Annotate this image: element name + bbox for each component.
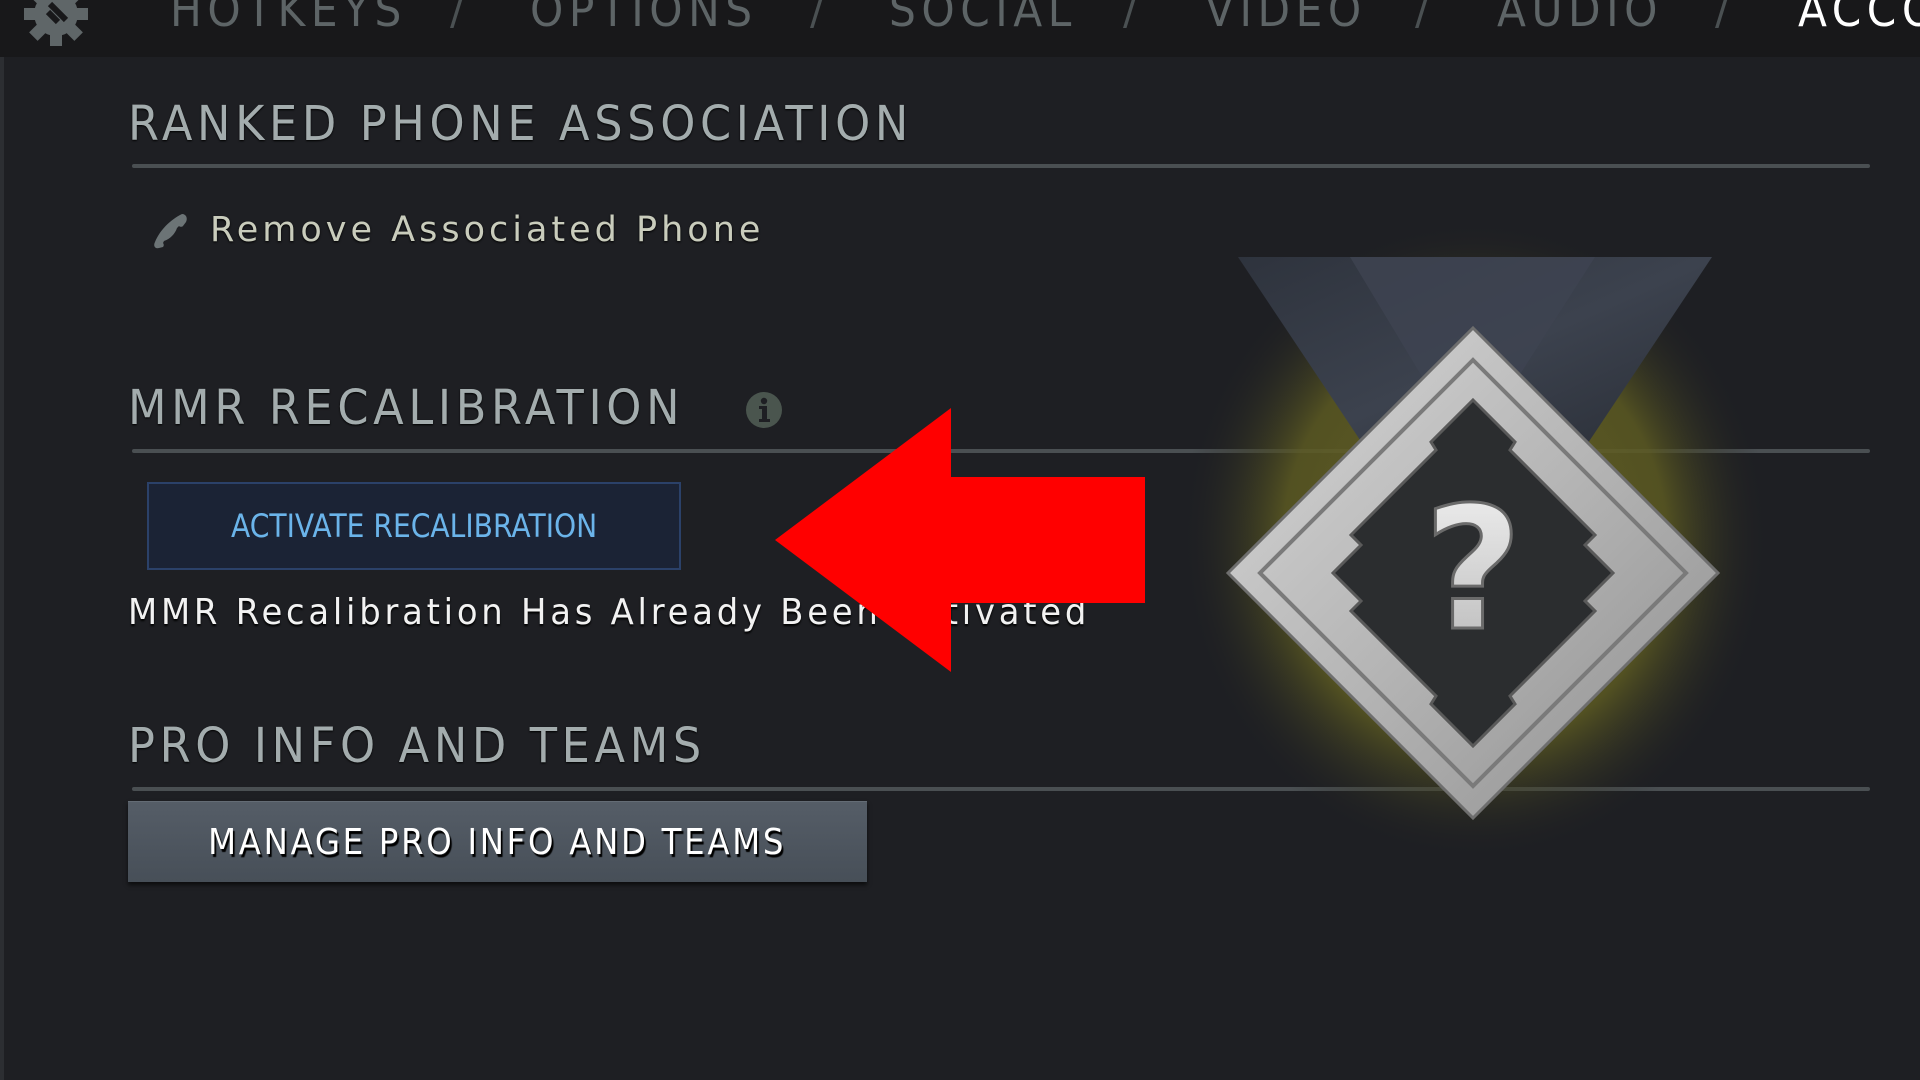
- section-title-mmr-recalibration: MMR RECALIBRATION: [128, 380, 685, 436]
- nav-separator: /: [1715, 0, 1730, 34]
- tab-social[interactable]: SOCIAL: [889, 0, 1077, 42]
- manage-pro-info-button[interactable]: MANAGE PRO INFO AND TEAMS: [128, 801, 867, 882]
- manage-pro-info-label: MANAGE PRO INFO AND TEAMS: [208, 821, 787, 863]
- info-icon[interactable]: [745, 391, 783, 429]
- recalibration-status-text: MMR Recalibration Has Already Been Activ…: [128, 592, 1091, 633]
- section-title-ranked-phone: RANKED PHONE ASSOCIATION: [128, 96, 913, 152]
- settings-nav-bar: HOTKEYS / OPTIONS / SOCIAL / VIDEO / AUD…: [0, 0, 1920, 57]
- tab-video[interactable]: VIDEO: [1205, 0, 1367, 42]
- medal-question-mark: ?: [1424, 471, 1523, 669]
- nav-separator: /: [1123, 0, 1138, 34]
- tab-account[interactable]: ACCO: [1798, 0, 1920, 42]
- remove-phone-label: Remove Associated Phone: [210, 210, 765, 250]
- tab-audio[interactable]: AUDIO: [1497, 0, 1663, 42]
- tab-options[interactable]: OPTIONS: [530, 0, 758, 42]
- nav-separator: /: [450, 0, 465, 34]
- activate-recalibration-button[interactable]: ACTIVATE RECALIBRATION: [147, 482, 681, 570]
- rank-medal: ?: [1180, 220, 1770, 860]
- phone-icon: [154, 214, 187, 249]
- tab-hotkeys[interactable]: HOTKEYS: [170, 0, 407, 42]
- activate-recalibration-label: ACTIVATE RECALIBRATION: [230, 507, 598, 545]
- nav-separator: /: [1415, 0, 1430, 34]
- remove-phone-link[interactable]: Remove Associated Phone: [152, 205, 764, 255]
- left-border: [0, 0, 4, 1080]
- settings-gear-icon[interactable]: [20, 0, 92, 50]
- section-title-pro-info: PRO INFO AND TEAMS: [128, 718, 706, 774]
- nav-separator: /: [810, 0, 825, 34]
- section-divider: [132, 164, 1870, 168]
